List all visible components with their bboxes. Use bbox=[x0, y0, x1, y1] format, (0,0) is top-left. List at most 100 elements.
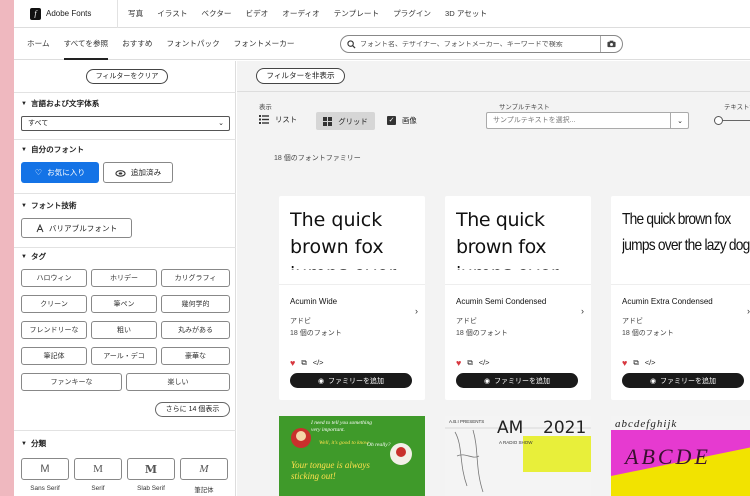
topnav-templates[interactable]: テンプレート bbox=[334, 8, 379, 19]
heart-icon[interactable]: ♥ bbox=[456, 359, 461, 368]
specimen-icon[interactable]: ⧉ bbox=[633, 359, 638, 367]
hide-filters-button[interactable]: フィルターを非表示 bbox=[256, 68, 345, 84]
checkbox-checked-icon[interactable]: ✓ bbox=[387, 116, 396, 125]
divider bbox=[14, 430, 236, 431]
specimen-icon[interactable]: ⧉ bbox=[467, 359, 472, 367]
image-toggle[interactable]: ✓ 画像 bbox=[387, 115, 417, 126]
top-bar: f Adobe Fonts 写真 イラスト ベクター ビデオ オーディオ テンプ… bbox=[14, 0, 750, 28]
app-name: Adobe Fonts bbox=[46, 9, 92, 18]
add-family-button[interactable]: ◉ ファミリーを追加 bbox=[456, 373, 578, 388]
clear-filters-button[interactable]: フィルターをクリア bbox=[86, 69, 168, 84]
classification-section-header[interactable]: ▼ 分類 bbox=[21, 438, 46, 449]
font-count: 18 個のフォント bbox=[622, 330, 674, 337]
display-label: 表示 bbox=[259, 104, 272, 111]
tag-calligraphy[interactable]: カリグラフィ bbox=[161, 269, 230, 287]
tag-brush-pen[interactable]: 筆ペン bbox=[91, 295, 157, 313]
added-fonts-button[interactable]: 追加済み bbox=[103, 162, 173, 183]
tab-home[interactable]: ホーム bbox=[27, 28, 50, 60]
font-tech-section-header[interactable]: ▼ フォント技術 bbox=[21, 200, 77, 211]
code-icon[interactable]: </> bbox=[479, 359, 490, 367]
my-fonts-section-header[interactable]: ▼ 自分のフォント bbox=[21, 144, 84, 155]
chevron-down-icon: ▼ bbox=[21, 253, 27, 260]
language-section-header[interactable]: ▼ 言語および文字体系 bbox=[21, 98, 99, 109]
tag-fun[interactable]: 楽しい bbox=[126, 373, 230, 391]
class-script-button[interactable]: M bbox=[180, 458, 228, 480]
chevron-down-icon: ▼ bbox=[21, 440, 27, 447]
class-sans-serif-button[interactable]: M bbox=[21, 458, 69, 480]
tag-art-deco[interactable]: アール・デコ bbox=[91, 347, 157, 365]
add-family-button[interactable]: ◉ ファミリーを追加 bbox=[290, 373, 412, 388]
added-fonts-label: 追加済み bbox=[130, 168, 162, 177]
font-thumbnail[interactable]: abcdefghijk ABCDE bbox=[611, 416, 750, 496]
class-serif-button[interactable]: M bbox=[74, 458, 122, 480]
topnav-illustrations[interactable]: イラスト bbox=[157, 8, 187, 19]
tag-clean[interactable]: クリーン bbox=[21, 295, 87, 313]
tab-browse-all[interactable]: すべてを参照 bbox=[63, 28, 108, 60]
tags-section-header[interactable]: ▼ タグ bbox=[21, 251, 46, 262]
tag-halloween[interactable]: ハロウィン bbox=[21, 269, 87, 287]
text-size-slider-track[interactable] bbox=[722, 120, 750, 121]
adobe-fonts-logo[interactable]: f Adobe Fonts bbox=[14, 0, 118, 28]
tab-font-packs[interactable]: フォントパック bbox=[167, 28, 220, 60]
tag-friendly[interactable]: フレンドリーな bbox=[21, 321, 87, 339]
list-view-button[interactable]: リスト bbox=[259, 114, 297, 125]
chevron-down-icon: ▼ bbox=[21, 100, 27, 107]
chevron-right-icon[interactable]: › bbox=[581, 306, 584, 316]
sample-text-label: サンプルテキスト bbox=[499, 104, 550, 111]
divider bbox=[611, 284, 750, 285]
thumbnail-text: 2021 bbox=[543, 418, 587, 438]
tag-luxurious[interactable]: 豪華な bbox=[161, 347, 230, 365]
topnav-3d-assets[interactable]: 3D アセット bbox=[445, 8, 487, 19]
show-more-tags-button[interactable]: さらに 14 個表示 bbox=[155, 402, 230, 417]
sample-text-dropdown-button[interactable]: ⌄ bbox=[670, 112, 689, 129]
image-toggle-label: 画像 bbox=[402, 116, 417, 125]
divider bbox=[14, 92, 236, 93]
divider bbox=[14, 247, 236, 248]
font-card[interactable]: The quick brown fox jumps over the lazy … bbox=[611, 196, 750, 400]
text-size-label: テキストサイズ bbox=[724, 104, 750, 111]
heart-icon[interactable]: ♥ bbox=[290, 359, 295, 368]
thumbnail-text: abcdefghijk bbox=[615, 418, 678, 430]
topnav-photos[interactable]: 写真 bbox=[128, 8, 143, 19]
tab-recommendations[interactable]: おすすめ bbox=[122, 28, 152, 60]
search-input[interactable] bbox=[360, 40, 600, 48]
language-select[interactable]: すべて ⌄ bbox=[21, 116, 230, 131]
visual-search-button[interactable] bbox=[600, 36, 622, 52]
grid-view-button[interactable]: グリッド bbox=[316, 112, 375, 130]
font-thumbnail[interactable]: A.B.I PRESENTS AM 2021 A RADIO SHOW bbox=[445, 416, 591, 496]
tab-foundries[interactable]: フォントメーカー bbox=[234, 28, 295, 60]
class-slab-serif-button[interactable]: M bbox=[127, 458, 175, 480]
variable-fonts-button[interactable]: バリアブルフォント bbox=[21, 218, 132, 238]
heart-outline-icon: ♡ bbox=[34, 168, 43, 177]
sample-text-select[interactable]: サンプルテキストを選択... bbox=[486, 112, 689, 129]
tag-rounded[interactable]: 丸みがある bbox=[161, 321, 230, 339]
tag-holiday[interactable]: ホリデー bbox=[91, 269, 157, 287]
topnav-plugins[interactable]: プラグイン bbox=[393, 8, 431, 19]
thumbnail-text: AM bbox=[497, 418, 524, 438]
chevron-right-icon[interactable]: › bbox=[415, 306, 418, 316]
topnav-audio[interactable]: オーディオ bbox=[282, 8, 319, 19]
code-icon[interactable]: </> bbox=[313, 359, 324, 367]
font-tech-section-title: フォント技術 bbox=[30, 201, 77, 210]
topnav-vectors[interactable]: ベクター bbox=[201, 8, 231, 19]
language-section-title: 言語および文字体系 bbox=[30, 99, 100, 108]
heart-icon[interactable]: ♥ bbox=[622, 359, 627, 368]
chevron-down-icon: ⌄ bbox=[677, 117, 683, 125]
tag-geometric[interactable]: 幾何学的 bbox=[161, 295, 230, 313]
adobe-fonts-logo-icon: f bbox=[30, 7, 41, 20]
thumbnail-text: I need to tell you something very import… bbox=[311, 420, 372, 433]
add-family-label: ファミリーを追加 bbox=[494, 377, 551, 385]
font-thumbnail[interactable]: I need to tell you something very import… bbox=[279, 416, 425, 496]
tag-funky[interactable]: ファンキーな bbox=[21, 373, 122, 391]
tag-rough[interactable]: 粗い bbox=[91, 321, 157, 339]
font-card[interactable]: The quick brown fox jumps over the lazy … bbox=[445, 196, 591, 400]
code-icon[interactable]: </> bbox=[645, 359, 656, 367]
add-family-button[interactable]: ◉ ファミリーを追加 bbox=[622, 373, 744, 388]
tag-script[interactable]: 筆記体 bbox=[21, 347, 87, 365]
font-card[interactable]: The quick brown fox jumps over the lazy … bbox=[279, 196, 425, 400]
favorites-button[interactable]: ♡ お気に入り bbox=[21, 162, 99, 183]
topnav-videos[interactable]: ビデオ bbox=[246, 8, 269, 19]
result-count: 18 個のフォントファミリー bbox=[274, 155, 361, 162]
text-size-slider-handle[interactable] bbox=[714, 116, 723, 125]
specimen-icon[interactable]: ⧉ bbox=[301, 359, 306, 367]
